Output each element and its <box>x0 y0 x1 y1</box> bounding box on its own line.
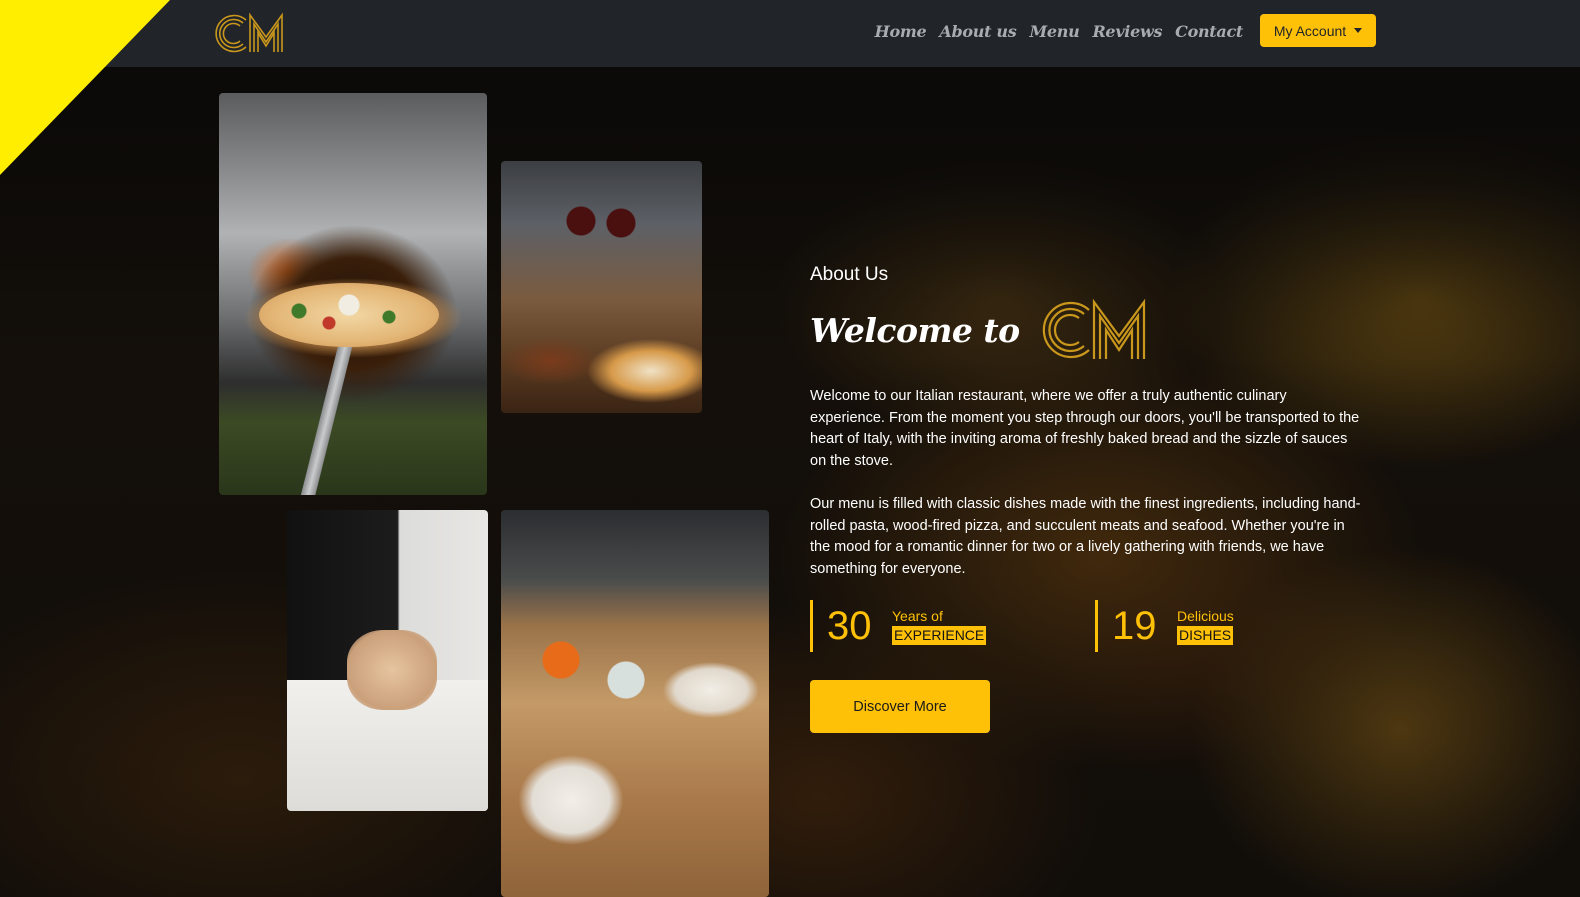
my-account-label: My Account <box>1273 22 1347 39</box>
stat-bar <box>810 600 813 652</box>
welcome-heading: Welcome to <box>810 298 1158 362</box>
welcome-text: Welcome to <box>810 310 1020 350</box>
about-paragraph-1: Welcome to our Italian restaurant, where… <box>810 388 1360 469</box>
stat-experience: 30 Years of EXPERIENCE <box>810 600 987 652</box>
kneading-hands <box>347 630 437 710</box>
stat-dishes: 19 Delicious DISHES <box>1095 600 1234 652</box>
nav-link-about[interactable]: About us <box>939 22 1016 41</box>
my-account-dropdown[interactable]: My Account <box>1260 14 1376 47</box>
nav-link-reviews[interactable]: Reviews <box>1092 22 1162 41</box>
nav-link-contact[interactable]: Contact <box>1175 22 1243 41</box>
stat-number: 19 <box>1112 603 1157 648</box>
nav-links: Home About us Menu Reviews Contact <box>875 22 1244 41</box>
pizza-peel <box>300 341 353 495</box>
dining-table-photo <box>501 510 769 897</box>
stat-number: 30 <box>827 603 872 648</box>
stat-label-bottom: DISHES <box>1177 626 1234 645</box>
dough-kneading-photo <box>287 510 488 811</box>
stat-label-top: Years of <box>892 608 943 624</box>
cm-logo-large <box>1042 298 1145 359</box>
caret-down-icon <box>1354 28 1363 33</box>
about-eyebrow: About Us <box>810 264 889 285</box>
wine-toast-photo <box>501 161 702 413</box>
about-paragraph-2: Our menu is filled with classic dishes m… <box>810 496 1361 577</box>
navbar: Home About us Menu Reviews Contact My Ac… <box>0 0 1580 67</box>
stat-label: Years of EXPERIENCE <box>892 607 987 645</box>
about-section: About Us Welcome to Welcome to our Itali… <box>810 264 1370 733</box>
discover-more-button[interactable]: Discover More <box>810 680 990 733</box>
nav-link-menu[interactable]: Menu <box>1029 22 1079 41</box>
stat-label: Delicious DISHES <box>1177 607 1234 645</box>
stat-label-top: Delicious <box>1177 608 1234 624</box>
pizza <box>259 283 439 347</box>
brand-logo[interactable] <box>208 12 292 55</box>
pizza-oven-photo <box>219 93 487 495</box>
stat-label-bottom: EXPERIENCE <box>892 626 987 645</box>
nav-link-home[interactable]: Home <box>875 22 927 41</box>
stat-bar <box>1095 600 1098 652</box>
